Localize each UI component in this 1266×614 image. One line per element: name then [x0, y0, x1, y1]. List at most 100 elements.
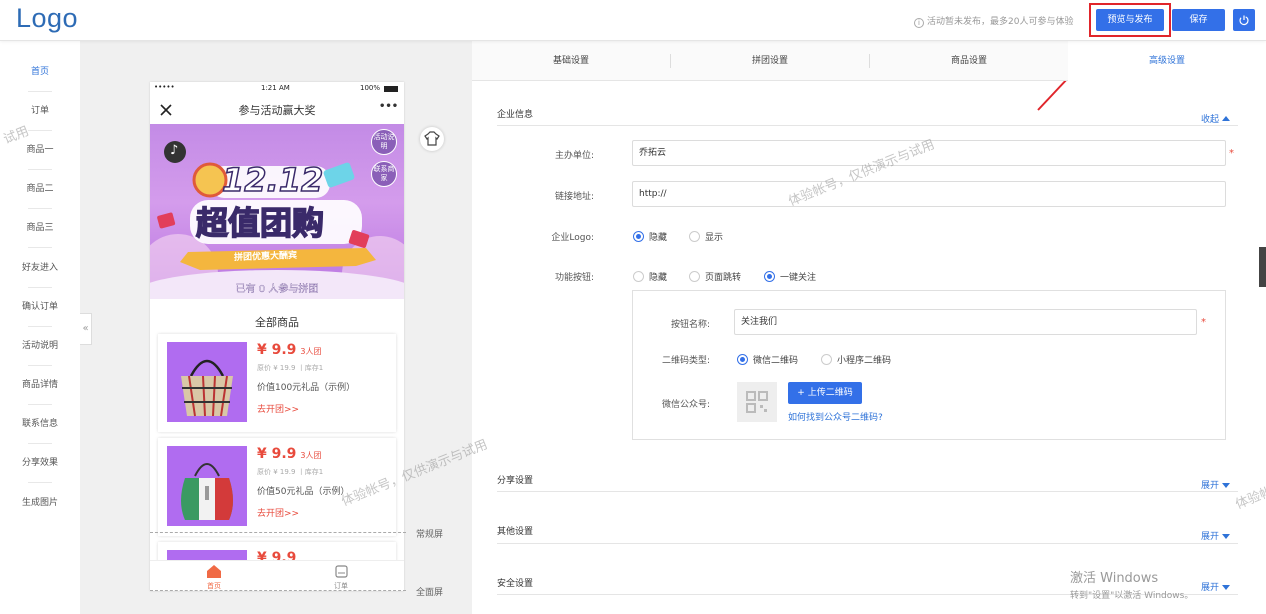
power-icon — [1239, 15, 1249, 26]
sidebar-divider — [28, 208, 52, 209]
shirt-icon — [424, 131, 440, 146]
settings-tabs: 基础设置 拼团设置 商品设置 高级设置 — [472, 41, 1266, 82]
tab-order[interactable]: 订单 — [332, 565, 350, 591]
sidebar-divider — [28, 169, 52, 170]
required-mark: * — [1201, 317, 1206, 328]
sidebar-item-product3[interactable]: 商品三 — [0, 220, 80, 233]
security-settings-toggle[interactable]: 展开 — [1201, 580, 1231, 593]
theme-button[interactable] — [420, 127, 444, 151]
sidebar-item-friend-enter[interactable]: 好友进入 — [0, 260, 80, 273]
original-price-stock: 原价 ¥ 19.9 丨库存1 — [257, 364, 324, 372]
activation-title: 激活 Windows — [1070, 571, 1159, 586]
radio-checked — [737, 354, 748, 365]
sidebar-item-product-detail[interactable]: 商品详情 — [0, 377, 80, 390]
qr-type-label: 二维码类型: — [661, 356, 710, 366]
logo-label: 企业Logo: — [551, 233, 594, 243]
sidebar-divider — [28, 326, 52, 327]
security-settings-title: 安全设置 — [497, 579, 534, 589]
order-icon — [334, 565, 348, 578]
more-icon[interactable]: ••• — [379, 101, 398, 112]
section-divider — [497, 543, 1238, 544]
tab-group-settings[interactable]: 拼团设置 — [671, 41, 869, 81]
qr-code-placeholder — [737, 382, 777, 422]
radio-checked — [633, 231, 644, 242]
radio-unchecked — [689, 271, 700, 282]
logo-radio-show[interactable]: 显示 — [689, 230, 723, 243]
signal-indicator: ••••• — [154, 83, 175, 91]
func-radio-hide[interactable]: 隐藏 — [633, 270, 667, 283]
product-price: ¥ 9.9 3人团 — [257, 342, 322, 358]
find-qr-link[interactable]: 如何找到公众号二维码? — [788, 410, 883, 423]
sidebar-item-confirm-order[interactable]: 确认订单 — [0, 299, 80, 312]
battery-level: 100% — [360, 84, 381, 92]
button-name-input[interactable]: 关注我们 — [734, 309, 1197, 335]
share-settings-title: 分享设置 — [497, 476, 534, 486]
save-button[interactable]: 保存 — [1172, 9, 1225, 31]
activity-banner: ♪ 活动说明 联系商家 12.12 超值团购 拼团优惠大酬宾 已有 0 人参与拼… — [150, 124, 404, 299]
radio-checked — [764, 271, 775, 282]
sidebar-item-activity-desc[interactable]: 活动说明 — [0, 338, 80, 351]
sidebar-divider — [28, 443, 52, 444]
product-card[interactable]: ¥ 9.9 3人团 原价 ¥ 19.9 丨库存1 价值100元礼品（示例） 去开团… — [158, 334, 396, 432]
contact-merchant-bubble[interactable]: 联系商家 — [371, 161, 397, 187]
share-settings-toggle[interactable]: 展开 — [1201, 478, 1231, 491]
tab-home[interactable]: 首页 — [205, 565, 223, 591]
wechat-account-label: 微信公众号: — [661, 400, 710, 410]
product-description: 价值100元礼品（示例） — [257, 383, 356, 393]
power-button[interactable] — [1233, 9, 1255, 31]
sidebar-item-order[interactable]: 订单 — [0, 103, 80, 116]
banner-title-number: 12.12 — [221, 160, 324, 200]
sidebar-item-contact[interactable]: 联系信息 — [0, 416, 80, 429]
activity-desc-bubble[interactable]: 活动说明 — [371, 129, 397, 155]
product-image — [167, 342, 247, 422]
sidebar-item-share-effect[interactable]: 分享效果 — [0, 455, 80, 468]
link-input[interactable]: http:// — [632, 181, 1226, 207]
qr-code-icon — [746, 391, 768, 413]
func-radio-page-jump[interactable]: 页面跳转 — [689, 270, 741, 283]
other-settings-toggle[interactable]: 展开 — [1201, 529, 1231, 542]
tab-product-settings[interactable]: 商品设置 — [870, 41, 1068, 81]
music-icon[interactable]: ♪ — [164, 141, 186, 163]
top-header: Logo i 活动暂未发布，最多20人可参与体验 预览与发布 保存 — [0, 0, 1266, 41]
sidebar-item-generate-image[interactable]: 生成图片 — [0, 495, 80, 508]
upload-qr-button[interactable]: + 上传二维码 — [788, 382, 862, 404]
radio-unchecked — [821, 354, 832, 365]
full-screen-line — [150, 590, 406, 591]
required-mark: * — [1229, 148, 1234, 159]
phone-tab-bar: 首页 订单 — [150, 560, 404, 591]
watermark-text: 体验帐 — [1233, 484, 1266, 513]
publish-notice-text: 活动暂未发布，最多20人可参与体验 — [927, 17, 1074, 27]
windows-activation-notice: 激活 Windows 转到"设置"以激活 Windows。 — [1070, 567, 1193, 601]
company-info-toggle[interactable]: 收起 — [1201, 112, 1231, 125]
sidebar-divider — [28, 404, 52, 405]
sidebar-divider — [28, 482, 52, 483]
phone-status-bar: ••••• 1:21 AM 100% — [150, 82, 404, 96]
host-label: 主办单位: — [554, 151, 594, 161]
qr-radio-miniprogram[interactable]: 小程序二维码 — [821, 353, 891, 366]
qr-radio-wechat[interactable]: 微信二维码 — [737, 353, 798, 366]
caret-down-icon — [1222, 483, 1231, 488]
sidebar-divider — [28, 365, 52, 366]
phone-preview: ••••• 1:21 AM 100% 参与活动赢大奖 ••• ♪ 活动说明 联系… — [150, 82, 404, 591]
home-icon — [207, 565, 221, 578]
product-price: ¥ 9.9 3人团 — [257, 446, 322, 462]
sidebar-item-product2[interactable]: 商品二 — [0, 181, 80, 194]
product-description: 价值50元礼品（示例） — [257, 487, 350, 497]
button-name-label: 按钮名称: — [670, 320, 710, 330]
sidebar-item-home[interactable]: 首页 — [0, 64, 80, 77]
func-radio-follow[interactable]: 一键关注 — [764, 270, 816, 283]
link-label: 链接地址: — [554, 192, 594, 202]
logo-radio-hide[interactable]: 隐藏 — [633, 230, 667, 243]
tab-advanced-settings[interactable]: 高级设置 — [1068, 41, 1266, 82]
logo: Logo — [16, 3, 79, 33]
collapse-preview-button[interactable]: « — [80, 313, 92, 345]
side-drawer-handle[interactable] — [1259, 247, 1266, 287]
start-group-link[interactable]: 去开团>> — [257, 402, 299, 415]
products-section-title: 全部商品 — [255, 316, 299, 329]
tab-basic-settings[interactable]: 基础设置 — [472, 41, 670, 81]
preview-publish-button[interactable]: 预览与发布 — [1096, 9, 1164, 31]
banner-title-main: 超值团购 — [195, 203, 325, 243]
publish-notice: i 活动暂未发布，最多20人可参与体验 — [914, 14, 1073, 28]
start-group-link[interactable]: 去开团>> — [257, 506, 299, 519]
caret-up-icon — [1222, 116, 1231, 121]
